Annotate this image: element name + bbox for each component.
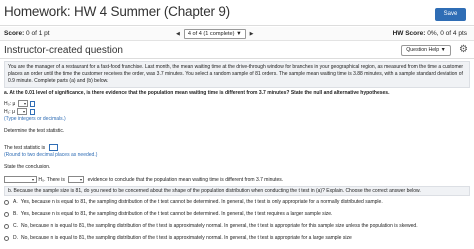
radio-button[interactable] [4,212,9,217]
question-header: Instructor-created question Question Hel… [0,42,474,59]
save-button[interactable]: Save [435,8,466,21]
option-text: Yes, because n is equal to 81, the sampl… [20,211,333,217]
gear-icon[interactable]: ⚙ [459,44,468,56]
hw-score-value: 0%, 0 of 4 pts [427,30,467,37]
conclusion-end-text: evidence to conclude that the population… [87,176,284,183]
h1-label: H₁: μ [4,108,15,115]
reject-decision-dropdown[interactable] [4,176,37,183]
radio-button[interactable] [4,224,9,229]
evidence-dropdown[interactable] [68,176,85,183]
score-value: 0 of 1 pt [26,30,50,37]
option-text: Yes, because n is equal to 81, the sampl… [20,199,383,205]
top-bar: Homework: HW 4 Summer (Chapter 9) Save [0,0,474,26]
answer-option[interactable]: B. Yes, because n is equal to 81, the sa… [4,211,332,218]
h0-operator-dropdown[interactable] [17,100,28,107]
option-text: No, because n is equal to 81, the sampli… [21,223,418,229]
radio-button[interactable] [4,236,9,241]
option-letter: A. [13,199,18,205]
conclusion-row: H₀. There is evidence to conclude that t… [4,176,283,184]
alt-hypothesis-row: H₁: μ [4,108,35,116]
hypothesis-hint: (Type integers or decimals.) [4,116,66,122]
chevron-down-icon: ▼ [236,30,242,37]
determine-statistic-text: Determine the test statistic. [4,128,65,134]
question-help-button[interactable]: Question Help ▼ [401,45,451,56]
answer-option[interactable]: C. No, because n is equal to 81, the sam… [4,223,418,230]
question-title: Instructor-created question [4,45,123,56]
answer-option[interactable]: D. No, because n is equal to 81, the sam… [4,235,352,242]
question-navigator: ◀ 4 of 4 (1 complete) ▼ ▶ [176,28,253,39]
part-a-text: a. At the 0.01 level of significance, is… [4,90,390,96]
hw-score-display: HW Score: 0%, 0 of 4 pts [393,30,467,37]
test-statistic-input[interactable] [48,144,58,151]
part-b-text: b. Because the sample size is 81, do you… [4,186,470,196]
conclusion-middle-text: H₀. There is [38,176,65,183]
score-display: Score: 0 of 1 pt [4,30,50,37]
hw-score-label: HW Score: [392,30,426,37]
option-letter: C. [13,223,18,229]
h0-value-input[interactable] [30,100,36,107]
question-select-value: 4 of 4 (1 complete) [187,30,235,37]
h1-value-input[interactable] [29,108,35,115]
previous-question-icon[interactable]: ◀ [176,31,180,37]
homework-title: Homework: HW 4 Summer (Chapter 9) [4,4,230,19]
answer-option[interactable]: A. Yes, because n is equal to 81, the sa… [4,199,383,206]
question-prompt: You are the manager of a restaurant for … [4,61,470,88]
test-statistic-label: The test statistic is [4,144,46,151]
option-text: No, because n is equal to 81, the sampli… [21,235,352,241]
question-select[interactable]: 4 of 4 (1 complete) ▼ [183,28,246,39]
test-statistic-row: The test statistic is [4,144,58,152]
state-conclusion-text: State the conclusion. [4,164,51,170]
option-letter: B. [13,211,18,217]
radio-button[interactable] [4,200,9,205]
test-statistic-hint: (Round to two decimal places as needed.) [4,152,98,158]
h1-operator-dropdown[interactable] [17,108,28,115]
score-label: Score: [4,30,25,37]
null-hypothesis-row: H₀: μ [4,100,36,108]
option-letter: D. [13,235,18,241]
score-bar: Score: 0 of 1 pt ◀ 4 of 4 (1 complete) ▼… [0,27,474,41]
next-question-icon[interactable]: ▶ [250,31,254,37]
h0-label: H₀: μ [4,100,16,107]
